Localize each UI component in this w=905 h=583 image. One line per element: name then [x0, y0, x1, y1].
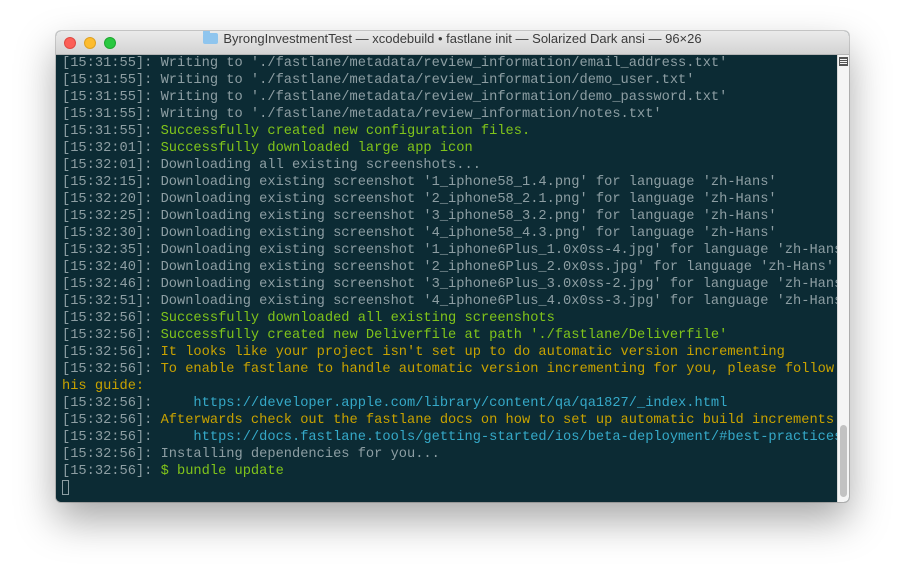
line-timestamp: [15:32:30]: — [62, 226, 161, 241]
line-message: Afterwards check out the fastlane docs o… — [160, 413, 835, 428]
line-message: Downloading existing screenshot '2_iphon… — [160, 192, 777, 207]
line-timestamp: [15:32:56]: — [62, 328, 161, 343]
vertical-scrollbar[interactable] — [837, 55, 849, 502]
prompt-line[interactable] — [62, 480, 837, 497]
terminal-line: [15:32:56]: https://docs.fastlane.tools/… — [62, 429, 837, 446]
terminal-line: [15:32:56]: https://developer.apple.com/… — [62, 395, 837, 412]
line-timestamp: [15:32:35]: — [62, 243, 161, 258]
line-message: Installing dependencies for you... — [160, 447, 440, 462]
line-timestamp: [15:31:55]: — [62, 124, 161, 139]
terminal-line: his guide: — [62, 378, 837, 395]
line-message: Downloading existing screenshot '4_iphon… — [160, 226, 777, 241]
line-timestamp: [15:32:56]: — [62, 345, 161, 360]
line-timestamp: [15:32:56]: — [62, 430, 161, 445]
terminal-line: [15:31:55]: Writing to './fastlane/metad… — [62, 89, 837, 106]
line-timestamp: [15:32:15]: — [62, 175, 161, 190]
terminal-lines: [15:31:55]: Writing to './fastlane/metad… — [62, 55, 837, 497]
terminal-line: [15:32:56]: Successfully created new Del… — [62, 327, 837, 344]
line-message: Successfully created new Deliverfile at … — [160, 328, 728, 343]
line-message: $ bundle update — [160, 464, 284, 479]
line-timestamp: [15:31:55]: — [62, 56, 161, 71]
terminal-line: [15:31:55]: Writing to './fastlane/metad… — [62, 55, 837, 72]
line-message: Downloading existing screenshot '3_iphon… — [160, 277, 837, 292]
terminal-line: [15:32:01]: Successfully downloaded larg… — [62, 140, 837, 157]
text-cursor — [62, 480, 69, 495]
line-timestamp: [15:32:20]: — [62, 192, 161, 207]
line-timestamp: [15:32:56]: — [62, 362, 161, 377]
terminal-output[interactable]: [15:31:55]: Writing to './fastlane/metad… — [56, 55, 837, 502]
line-message: Writing to './fastlane/metadata/review_i… — [160, 56, 728, 71]
terminal-line: [15:32:51]: Downloading existing screens… — [62, 293, 837, 310]
line-timestamp: [15:32:01]: — [62, 158, 161, 173]
line-timestamp: [15:32:51]: — [62, 294, 161, 309]
terminal-line: [15:32:40]: Downloading existing screens… — [62, 259, 837, 276]
line-timestamp: [15:32:01]: — [62, 141, 161, 156]
line-message: https://docs.fastlane.tools/getting-star… — [160, 430, 837, 445]
line-timestamp: [15:31:55]: — [62, 90, 161, 105]
terminal-line: [15:32:56]: Installing dependencies for … — [62, 446, 837, 463]
line-message: Downloading existing screenshot '2_iphon… — [160, 260, 835, 275]
line-timestamp: [15:32:56]: — [62, 413, 161, 428]
terminal-line: [15:32:56]: It looks like your project i… — [62, 344, 837, 361]
line-timestamp: [15:32:46]: — [62, 277, 161, 292]
line-message: Writing to './fastlane/metadata/review_i… — [160, 73, 695, 88]
terminal-line: [15:31:55]: Writing to './fastlane/metad… — [62, 106, 837, 123]
terminal-line: [15:32:01]: Downloading all existing scr… — [62, 157, 837, 174]
line-timestamp: [15:32:56]: — [62, 396, 161, 411]
terminal-line: [15:32:25]: Downloading existing screens… — [62, 208, 837, 225]
line-message: Downloading existing screenshot '3_iphon… — [160, 209, 777, 224]
window-title-container: ByrongInvestmentTest — xcodebuild • fast… — [56, 31, 849, 55]
terminal-line: [15:32:56]: Successfully downloaded all … — [62, 310, 837, 327]
line-message: To enable fastlane to handle automatic v… — [160, 362, 837, 377]
line-message: Successfully downloaded all existing scr… — [160, 311, 555, 326]
window-title: ByrongInvestmentTest — xcodebuild • fast… — [223, 31, 702, 46]
line-message: Writing to './fastlane/metadata/review_i… — [160, 107, 662, 122]
line-message: Downloading all existing screenshots... — [160, 158, 481, 173]
terminal-line: [15:32:56]: Afterwards check out the fas… — [62, 412, 837, 429]
terminal-window: ByrongInvestmentTest — xcodebuild • fast… — [56, 31, 849, 502]
line-timestamp: [15:32:25]: — [62, 209, 161, 224]
scroll-thumb[interactable] — [840, 425, 847, 497]
line-message: Downloading existing screenshot '1_iphon… — [160, 243, 837, 258]
title-bar[interactable]: ByrongInvestmentTest — xcodebuild • fast… — [56, 31, 849, 55]
line-timestamp: [15:31:55]: — [62, 73, 161, 88]
terminal-line: [15:31:55]: Successfully created new con… — [62, 123, 837, 140]
terminal-line: [15:32:30]: Downloading existing screens… — [62, 225, 837, 242]
line-message: https://developer.apple.com/library/cont… — [160, 396, 728, 411]
line-message: Downloading existing screenshot '4_iphon… — [160, 294, 837, 309]
line-timestamp: [15:31:55]: — [62, 107, 161, 122]
terminal-line: [15:32:56]: $ bundle update — [62, 463, 837, 480]
line-message: Successfully created new configuration f… — [160, 124, 531, 139]
line-message: Writing to './fastlane/metadata/review_i… — [160, 90, 728, 105]
line-timestamp: [15:32:56]: — [62, 311, 161, 326]
line-timestamp: [15:32:56]: — [62, 447, 161, 462]
terminal-line: [15:32:35]: Downloading existing screens… — [62, 242, 837, 259]
terminal-line: [15:31:55]: Writing to './fastlane/metad… — [62, 72, 837, 89]
terminal-line: [15:32:56]: To enable fastlane to handle… — [62, 361, 837, 378]
terminal-line: [15:32:46]: Downloading existing screens… — [62, 276, 837, 293]
list-icon[interactable] — [839, 57, 848, 66]
terminal-line: [15:32:20]: Downloading existing screens… — [62, 191, 837, 208]
line-message: Downloading existing screenshot '1_iphon… — [160, 175, 777, 190]
line-timestamp: [15:32:40]: — [62, 260, 161, 275]
line-message: It looks like your project isn't set up … — [160, 345, 785, 360]
folder-icon — [203, 31, 219, 44]
line-message: Successfully downloaded large app icon — [160, 141, 473, 156]
line-message: his guide: — [62, 379, 145, 394]
terminal-line: [15:32:15]: Downloading existing screens… — [62, 174, 837, 191]
line-timestamp: [15:32:56]: — [62, 464, 161, 479]
